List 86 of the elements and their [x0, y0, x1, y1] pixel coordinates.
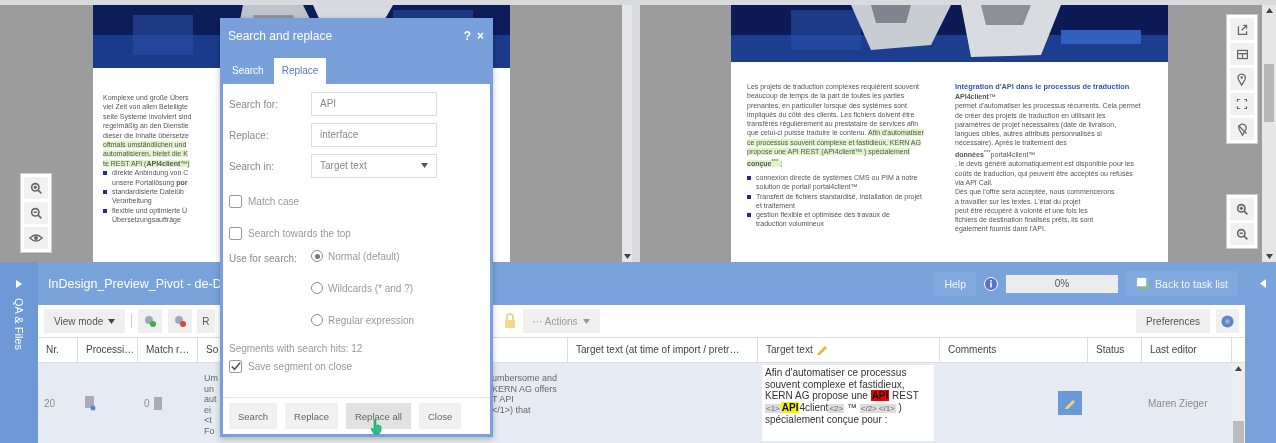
- zoom-out-icon[interactable]: [1230, 223, 1254, 245]
- input-field[interactable]: API: [311, 92, 437, 116]
- radio-label: Regular expression: [328, 314, 415, 326]
- dialog-button[interactable]: Close: [418, 403, 462, 429]
- source-text-fragment: Um: [204, 373, 218, 384]
- column-header[interactable]: Last editor: [1142, 338, 1232, 362]
- bullet-icon: [103, 208, 107, 213]
- field-label: Replace:: [229, 129, 270, 141]
- scroll-down-icon[interactable]: [623, 254, 631, 259]
- help-icon[interactable]: [1216, 309, 1239, 333]
- radio-label: Wildcards (* and ?): [328, 282, 414, 294]
- dialog-button[interactable]: Replace: [285, 403, 338, 429]
- scroll-thumb[interactable]: [1233, 421, 1244, 443]
- document-icon: [153, 396, 162, 410]
- eye-icon[interactable]: [24, 227, 48, 249]
- fullscreen-icon[interactable]: [1230, 93, 1254, 115]
- table-icon[interactable]: [1230, 43, 1254, 65]
- scroll-thumb[interactable]: [1264, 64, 1274, 122]
- progress-label: 0%: [1053, 277, 1071, 289]
- preferences-button[interactable]: Preferences: [1136, 309, 1210, 333]
- view-mode-button[interactable]: View mode: [44, 309, 126, 333]
- table-cell-text: 20: [43, 396, 57, 411]
- caret-icon: [582, 318, 590, 324]
- bullet-icon: [747, 176, 751, 180]
- target-text-editor[interactable]: Afin d'automatiser ce processus souvent complexe et fastidieux, KERN AG propose une API REST <1> API4client<2> ™ </2> </1> ) spécialement conçue pour :: [762, 365, 934, 441]
- caret-icon: [421, 163, 428, 168]
- column-header[interactable]: Comments: [940, 338, 1088, 362]
- location-pin-icon[interactable]: [1230, 68, 1254, 90]
- column-header[interactable]: Target text: [758, 338, 940, 362]
- checkbox-label: Save segment on close: [248, 360, 352, 372]
- scrollbar[interactable]: [1262, 5, 1276, 262]
- collapse-icon[interactable]: [1260, 279, 1266, 288]
- source-text-fragment: aut: [204, 394, 218, 405]
- scroll-up-icon[interactable]: [1265, 8, 1273, 13]
- checkbox[interactable]: [229, 359, 242, 373]
- table-cell: 0: [144, 397, 150, 409]
- zoom-in-icon[interactable]: [24, 177, 48, 199]
- hit-count: Segments with search hits: 12: [229, 343, 364, 354]
- source-text-fragment: KERN AG offers: [492, 383, 558, 394]
- source-text-fragment: Fo: [204, 425, 216, 436]
- pencil-icon: [815, 343, 828, 355]
- zoom-out-icon[interactable]: [24, 202, 48, 224]
- side-panel-tab[interactable]: QA & Files: [0, 262, 38, 443]
- bullet-icon: [747, 213, 751, 218]
- source-text-fragment: un: [204, 383, 215, 394]
- dialog-title: Search and replace: [228, 29, 333, 43]
- column-header[interactable]: Target text (at time of import / pretr…: [568, 338, 758, 362]
- field-label: Use for search:: [229, 252, 298, 266]
- source-text-fragment: </1>) that: [492, 404, 532, 415]
- bullet-icon: [103, 171, 107, 176]
- export-icon[interactable]: [1230, 18, 1254, 40]
- column-header[interactable]: Processi…: [78, 338, 138, 362]
- expand-icon[interactable]: [16, 280, 22, 288]
- toolbar-button[interactable]: R: [197, 309, 215, 333]
- document-icon: [84, 395, 96, 411]
- zoom-in-icon[interactable]: [1230, 198, 1254, 220]
- source-text-fragment: ei: [204, 404, 212, 415]
- checkbox-label: Match case: [248, 195, 300, 207]
- column-header[interactable]: Nr.: [38, 338, 78, 362]
- table-cell-text: Maren Zieger: [1147, 396, 1209, 411]
- filter-icon[interactable]: [168, 309, 193, 333]
- dialog-button[interactable]: Search: [229, 403, 278, 429]
- checkbox[interactable]: [229, 194, 242, 208]
- bullet-icon: [103, 190, 107, 195]
- source-text-fragment: <t: [204, 415, 213, 426]
- checkbox-label: Search towards the top: [248, 227, 351, 239]
- filter-icon[interactable]: [138, 309, 163, 333]
- task-list-icon: [1136, 277, 1150, 290]
- input-field[interactable]: interface: [311, 123, 437, 147]
- scroll-up-icon[interactable]: [1235, 366, 1242, 371]
- scroll-down-icon[interactable]: [1265, 254, 1273, 259]
- radio-label: Normal (default): [328, 250, 400, 262]
- caret-icon: [108, 318, 116, 324]
- column-header[interactable]: Match r…: [138, 338, 198, 362]
- bullet-icon: [747, 194, 751, 199]
- checkbox[interactable]: [229, 226, 242, 240]
- source-text-fragment: umbersome and: [492, 373, 559, 384]
- info-icon[interactable]: [984, 276, 999, 291]
- column-header[interactable]: Status: [1088, 338, 1142, 362]
- field-label: Search for:: [229, 98, 279, 110]
- field-label: Search in:: [229, 160, 276, 172]
- pin-off-icon[interactable]: [1230, 118, 1254, 140]
- select-field[interactable]: Target text: [311, 154, 437, 178]
- scrollbar[interactable]: [622, 5, 632, 262]
- scrollbar[interactable]: [1232, 363, 1245, 443]
- dialog-tab[interactable]: Replace: [273, 58, 327, 84]
